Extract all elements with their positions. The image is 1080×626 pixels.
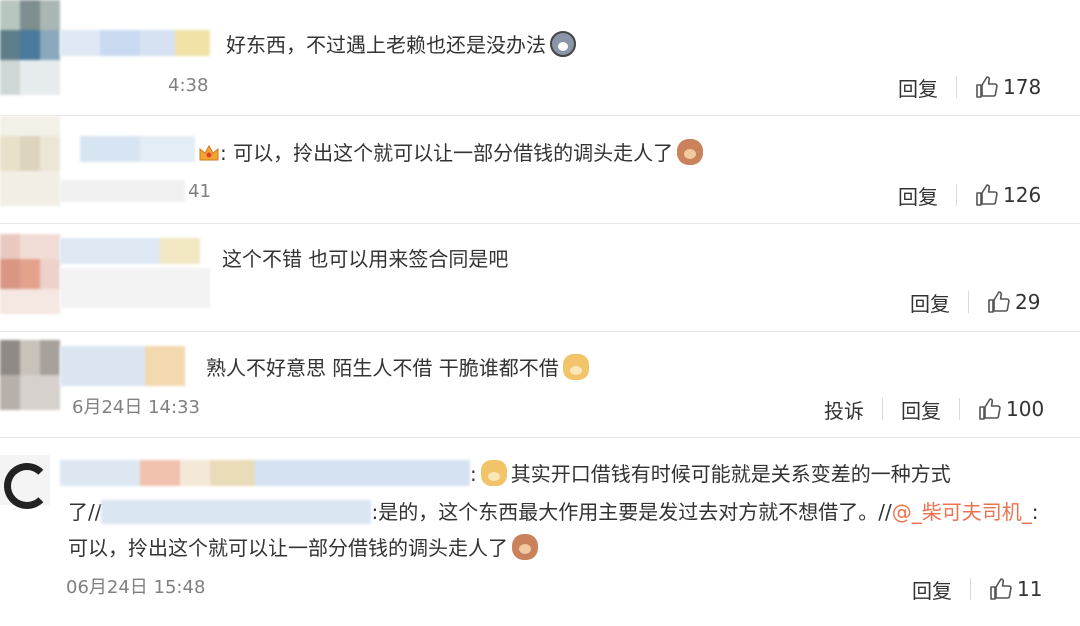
comment-time: 06月24日 15:48 (66, 577, 206, 598)
like-count: 126 (1003, 183, 1042, 207)
separator (959, 398, 960, 420)
mention-blur[interactable] (101, 500, 372, 524)
separator (970, 578, 971, 600)
reply-button[interactable]: 回复 (898, 73, 938, 102)
comment-text-line-1: : 其实开口借钱有时候可能就是关系变差的一种方式 (470, 460, 951, 486)
thumbs-up-icon (976, 184, 998, 206)
thumbs-up-icon (976, 76, 998, 98)
comment-item: : 可以，拎出这个就可以让一部分借钱的调头走人了 41 回复 126 (0, 116, 1080, 223)
comment-actions: 回复 126 (898, 180, 1041, 210)
reply-button[interactable]: 回复 (910, 288, 950, 317)
separator (956, 184, 957, 206)
reply-button[interactable]: 回复 (901, 395, 941, 424)
username[interactable] (80, 136, 195, 162)
avatar[interactable] (0, 234, 60, 314)
avatar[interactable] (0, 340, 60, 410)
like-count: 100 (1006, 397, 1045, 421)
username[interactable] (60, 346, 185, 386)
doge-emoji (562, 354, 589, 380)
mention-link[interactable]: @_柴可夫司机_ (892, 500, 1032, 524)
comment-time: 6月24日 14:33 (72, 397, 200, 418)
comment-item: 好东西，不过遇上老赖也还是没办法 4:38 回复 178 (0, 0, 1080, 115)
comment-text: 好东西，不过遇上老赖也还是没办法 (226, 30, 576, 60)
thumbs-up-icon (988, 291, 1010, 313)
mouse-emoji (512, 534, 538, 560)
reply-button[interactable]: 回复 (912, 575, 952, 604)
comment-actions: 回复 29 (910, 287, 1040, 317)
comment-item: 这个不错 也可以用来签合同是吧 回复 29 (0, 224, 1080, 331)
like-count: 178 (1003, 75, 1042, 99)
report-button[interactable]: 投诉 (824, 395, 864, 424)
husky-emoji (550, 31, 576, 57)
username[interactable] (60, 30, 210, 56)
like-button[interactable]: 100 (978, 397, 1044, 421)
username[interactable] (60, 238, 210, 308)
comment-item: 熟人不好意思 陌生人不借 干脆谁都不借 6月24日 14:33 投诉 回复 10… (0, 332, 1080, 437)
like-count: 11 (1017, 577, 1043, 601)
thumbs-up-icon (990, 578, 1012, 600)
separator (882, 398, 883, 420)
reply-button[interactable]: 回复 (898, 181, 938, 210)
avatar[interactable] (0, 455, 50, 509)
comment-actions: 投诉 回复 100 (824, 394, 1044, 424)
comment-time: 4:38 (168, 75, 209, 96)
time-blur (60, 180, 185, 202)
separator (956, 76, 957, 98)
avatar[interactable] (0, 0, 60, 95)
comment-actions: 回复 11 (912, 574, 1042, 604)
doge-emoji (480, 460, 507, 486)
thumbs-up-icon (979, 398, 1001, 420)
comment-text: 这个不错 也可以用来签合同是吧 (222, 247, 509, 271)
avatar[interactable] (0, 116, 60, 206)
comment-item: : 其实开口借钱有时候可能就是关系变差的一种方式 了//:是的，这个东西最大作用主… (0, 438, 1080, 626)
comment-actions: 回复 178 (898, 72, 1041, 102)
like-button[interactable]: 126 (975, 183, 1041, 207)
comment-text-line-2: 了//:是的，这个东西最大作用主要是发过去对方就不想借了。//@_柴可夫司机_: (68, 500, 1039, 524)
comment-time: 41 (188, 181, 211, 202)
like-button[interactable]: 29 (987, 290, 1040, 314)
username[interactable] (60, 460, 470, 486)
comment-text: 熟人不好意思 陌生人不借 干脆谁都不借 (206, 353, 589, 383)
like-count: 29 (1015, 290, 1041, 314)
crown-icon (199, 144, 219, 161)
like-button[interactable]: 11 (989, 577, 1042, 601)
separator (968, 291, 969, 313)
like-button[interactable]: 178 (975, 75, 1041, 99)
mouse-emoji (677, 139, 704, 165)
comment-text: : 可以，拎出这个就可以让一部分借钱的调头走人了 (198, 138, 704, 168)
comment-text-line-3: 可以，拎出这个就可以让一部分借钱的调头走人了 (68, 533, 538, 563)
